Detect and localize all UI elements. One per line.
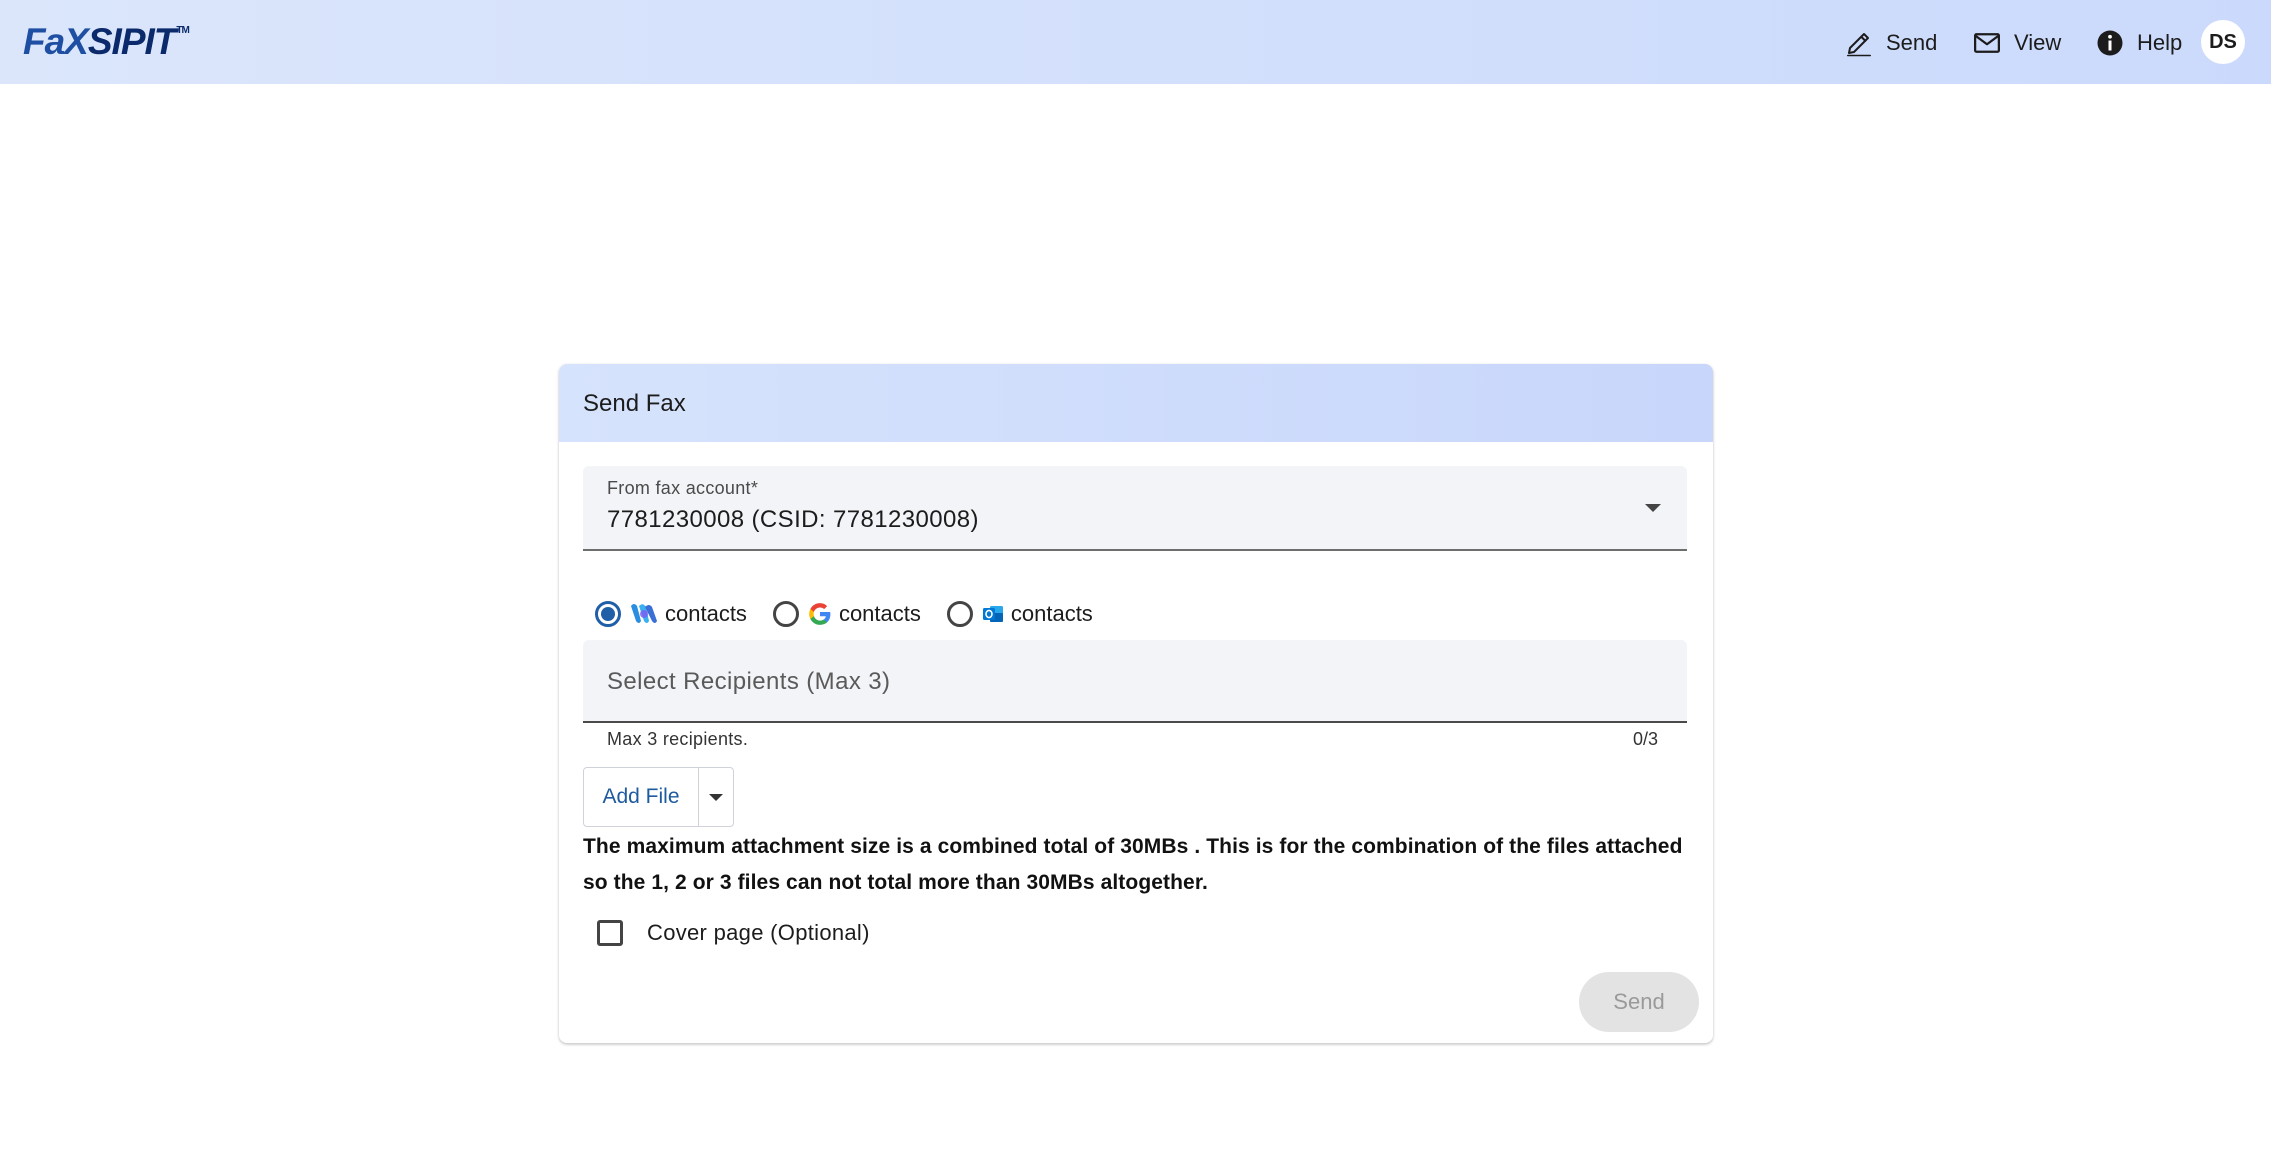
radio-webex[interactable] [595,601,621,627]
recipients-placeholder: Select Recipients (Max 3) [607,668,891,695]
radio-google[interactable] [772,601,799,627]
faxsipit-logo[interactable]: FaX SIPIT TM [23,20,190,64]
contact-source-webex-label: contacts [665,601,747,626]
contact-source-google[interactable]: contacts [772,601,921,627]
google-icon [807,601,833,627]
nav-send[interactable]: Send [1844,26,1937,60]
card-header: Send Fax [559,364,1713,442]
contact-source-radio-group: contacts contacts contacts [595,593,1119,635]
card-title: Send Fax [583,390,686,417]
send-fax-button[interactable]: Send [1579,972,1699,1032]
contact-source-outlook[interactable]: contacts [946,601,1093,627]
send-fax-card: Send Fax From fax account* 7781230008 (C… [559,364,1713,1043]
dropdown-arrow-icon[interactable] [1645,504,1661,512]
recipients-counter: 0/3 [1633,729,1659,749]
webex-icon [629,601,659,627]
logo-fax-text: FaX [23,21,89,62]
cover-page-option[interactable]: Cover page (Optional) [597,916,870,950]
logo-sipit-text: SIPIT [87,21,177,62]
cover-page-label: Cover page (Optional) [647,920,870,945]
info-icon [2097,30,2123,56]
outlook-icon [981,602,1005,626]
attachment-size-notice: The maximum attachment size is a combine… [583,835,1683,894]
pen-icon [1847,33,1871,57]
nav-view[interactable]: View [1972,26,2061,60]
from-fax-account-select[interactable]: From fax account* 7781230008 (CSID: 7781… [583,466,1687,551]
recipients-hint: Max 3 recipients. [607,729,749,749]
contact-source-outlook-label: contacts [1010,601,1093,626]
contact-source-google-label: contacts [838,601,921,626]
add-file-split-button: Add File [583,767,734,827]
add-file-dropdown-button[interactable] [699,768,733,826]
logo-trademark: TM [176,25,189,36]
nav-view-label: View [2014,30,2062,55]
add-file-button[interactable]: Add File [584,768,699,826]
envelope-icon [1974,33,2000,53]
recipients-input[interactable]: Select Recipients (Max 3) [583,640,1687,723]
chevron-down-icon [709,793,723,801]
contact-source-webex[interactable]: contacts [595,601,747,627]
nav-help-label: Help [2137,30,2183,55]
cover-page-checkbox[interactable] [597,920,623,946]
nav-help[interactable]: Help [2095,26,2182,60]
from-fax-account-label: From fax account* [607,478,759,498]
nav-send-label: Send [1886,30,1938,55]
from-fax-account-value: 7781230008 (CSID: 7781230008) [607,506,979,533]
top-app-bar: FaX SIPIT TM Send View Help DS [0,0,2271,84]
radio-outlook[interactable] [946,601,973,627]
user-avatar[interactable]: DS [2201,20,2245,64]
